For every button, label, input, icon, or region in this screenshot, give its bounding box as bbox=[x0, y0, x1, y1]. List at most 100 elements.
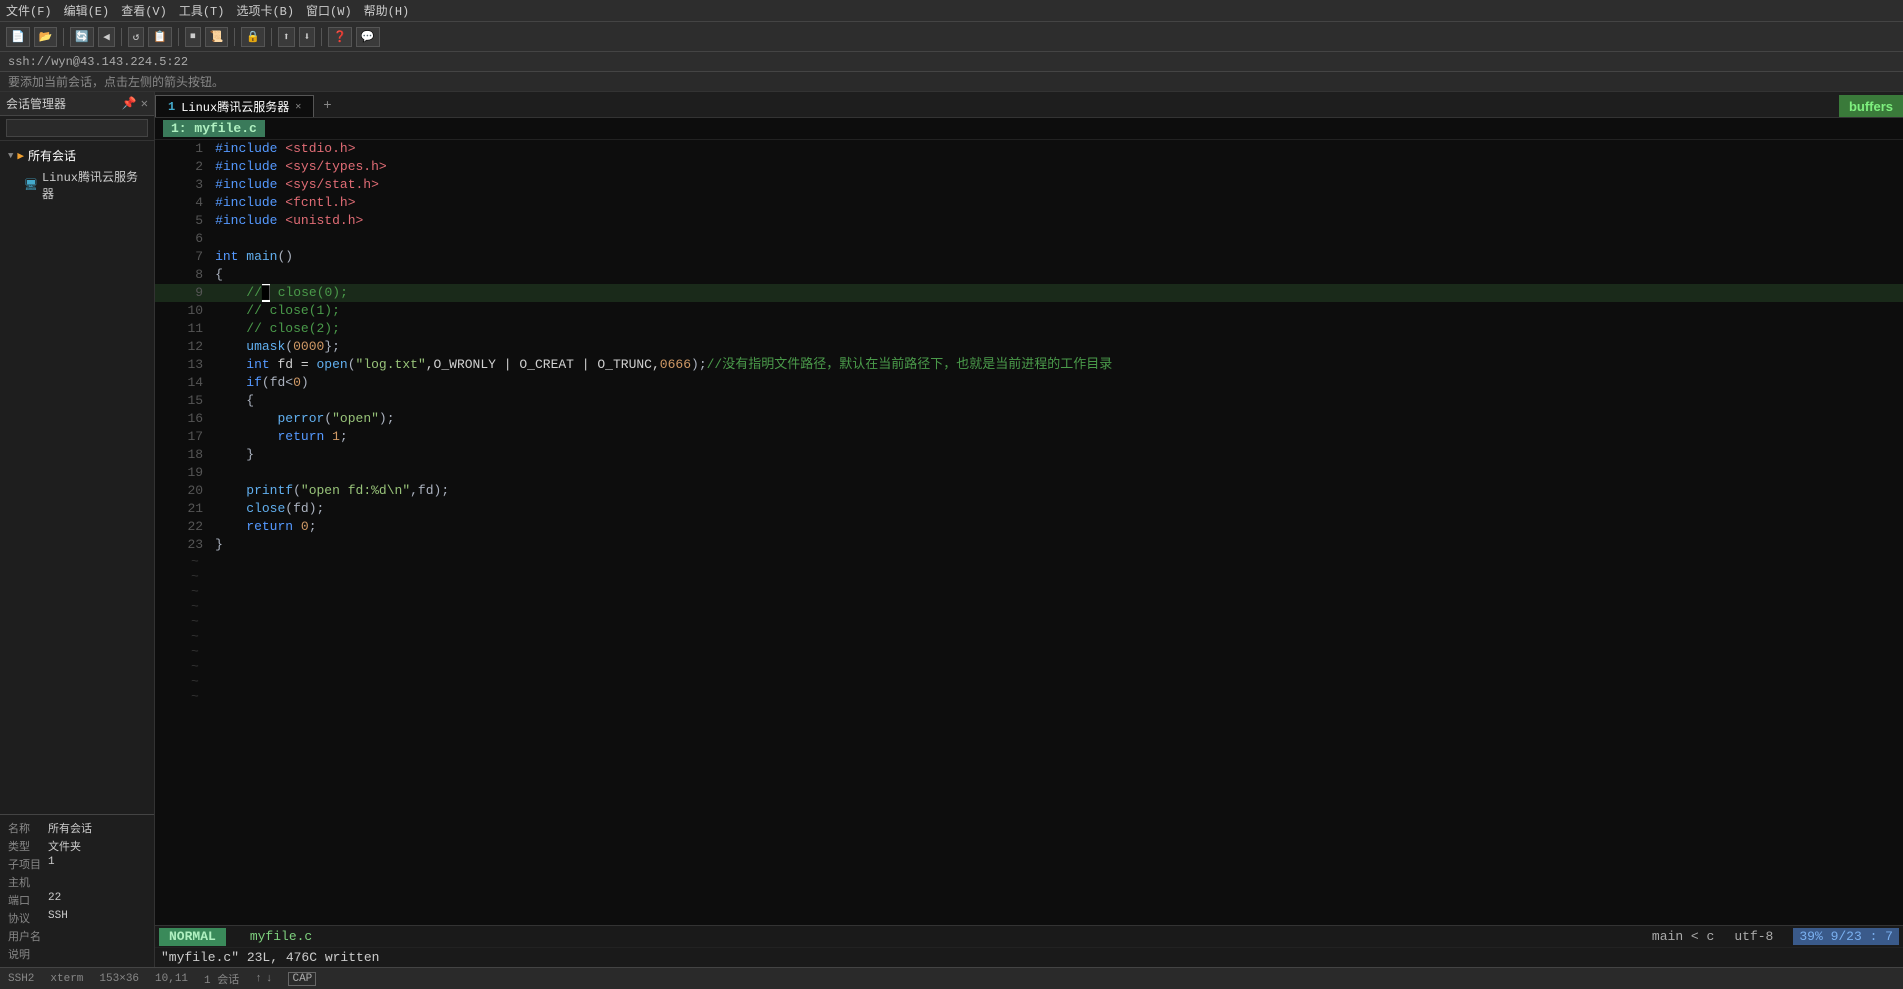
toolbar-lock-btn[interactable]: 🔒 bbox=[241, 27, 265, 47]
token bbox=[293, 519, 301, 534]
bottom-down-arrow[interactable]: ↓ bbox=[266, 973, 273, 985]
token: { bbox=[215, 267, 223, 282]
line-number: 23 bbox=[155, 536, 211, 554]
sidebar-tree: ▼ ▶ 所有会话 🖥 Linux腾讯云服务器 bbox=[0, 141, 154, 814]
buffers-button[interactable]: buffers bbox=[1839, 95, 1903, 117]
token: #include bbox=[215, 195, 277, 210]
line-number: 2 bbox=[155, 158, 211, 176]
line-content: return 0; bbox=[211, 518, 1903, 536]
status-percent: 39% bbox=[1799, 929, 1822, 944]
sidebar-icon-group: 📌 ✕ bbox=[122, 96, 148, 111]
tab-bar: 1 Linux腾讯云服务器 ✕ + buffers bbox=[155, 92, 1903, 118]
token: ( bbox=[324, 411, 332, 426]
token: <fcntl.h> bbox=[285, 195, 355, 210]
token: ( bbox=[348, 357, 356, 372]
line-number: 3 bbox=[155, 176, 211, 194]
prop-label-desc: 说明 bbox=[8, 946, 48, 962]
tilde-line: ~ bbox=[155, 644, 1903, 659]
menu-tools[interactable]: 工具(T) bbox=[179, 2, 225, 19]
ssh-address: ssh://wyn@43.143.224.5:22 bbox=[8, 55, 188, 69]
menu-window[interactable]: 窗口(W) bbox=[306, 2, 352, 19]
code-line-19: 19 bbox=[155, 464, 1903, 482]
token bbox=[215, 357, 246, 372]
toolbar-help-btn[interactable]: ❓ bbox=[328, 27, 352, 47]
prop-label-name: 名称 bbox=[8, 820, 48, 836]
token: main bbox=[246, 249, 277, 264]
token: { bbox=[215, 393, 254, 408]
menu-file[interactable]: 文件(F) bbox=[6, 2, 52, 19]
line-number: 20 bbox=[155, 482, 211, 500]
toolbar-reload-btn[interactable]: 🔄 bbox=[70, 27, 94, 47]
toolbar-sep6 bbox=[321, 28, 322, 46]
line-content: // close(2); bbox=[211, 320, 1903, 338]
line-content: printf("open fd:%d\n",fd); bbox=[211, 482, 1903, 500]
comment-rest: close(0); bbox=[270, 285, 348, 300]
menu-help[interactable]: 帮助(H) bbox=[364, 2, 410, 19]
tilde-line: ~ bbox=[155, 554, 1903, 569]
bottom-xterm: xterm bbox=[50, 973, 83, 985]
code-line-11: 11 // close(2); bbox=[155, 320, 1903, 338]
line-number: 19 bbox=[155, 464, 211, 482]
token: () bbox=[278, 249, 294, 264]
prop-label-subitem: 子项目 bbox=[8, 856, 48, 872]
line-number: 22 bbox=[155, 518, 211, 536]
token: int bbox=[215, 249, 238, 264]
token: perror bbox=[277, 411, 324, 426]
toolbar-chat-btn[interactable]: 💬 bbox=[356, 27, 380, 47]
sidebar-pin-icon[interactable]: 📌 bbox=[122, 96, 137, 111]
bottom-bar: SSH2 xterm 153×36 10,11 1 会话 ↑ ↓ CAP bbox=[0, 967, 1903, 989]
line-content: return 1; bbox=[211, 428, 1903, 446]
token: umask bbox=[246, 339, 285, 354]
toolbar-config-btn[interactable]: 📋 bbox=[148, 27, 172, 47]
toolbar-script-btn[interactable]: 📜 bbox=[205, 27, 229, 47]
code-line-16: 16 perror("open"); bbox=[155, 410, 1903, 428]
line-content: #include <fcntl.h> bbox=[211, 194, 1903, 212]
line-number: 14 bbox=[155, 374, 211, 392]
token: if bbox=[246, 375, 262, 390]
token bbox=[324, 429, 332, 444]
tab-add-button[interactable]: + bbox=[315, 95, 339, 117]
toolbar-upload-btn[interactable]: ⬆ bbox=[278, 27, 295, 47]
token: // close(1); bbox=[246, 303, 340, 318]
status-bar: NORMAL myfile.c main < c utf-8 39% 9/23 … bbox=[155, 925, 1903, 947]
tab-linux-server[interactable]: 1 Linux腾讯云服务器 ✕ bbox=[155, 95, 314, 117]
line-content: } bbox=[211, 446, 1903, 464]
prop-label-host: 主机 bbox=[8, 874, 48, 890]
prop-row-host: 主机 bbox=[0, 873, 154, 891]
toolbar-sep1 bbox=[63, 28, 64, 46]
code-editor[interactable]: 1#include <stdio.h>2#include <sys/types.… bbox=[155, 140, 1903, 925]
menu-edit[interactable]: 编辑(E) bbox=[64, 2, 110, 19]
toolbar-sep5 bbox=[271, 28, 272, 46]
sidebar-item-all-sessions[interactable]: ▼ ▶ 所有会话 bbox=[0, 145, 154, 166]
token: //没有指明文件路径，默认在当前路径下，也就是当前进程的工作目录 bbox=[707, 357, 1113, 372]
toolbar-open-btn[interactable]: 📂 bbox=[34, 27, 58, 47]
toolbar-refresh-btn[interactable]: ↺ bbox=[128, 27, 145, 47]
toolbar-stop-btn[interactable]: ⏹ bbox=[185, 27, 201, 47]
sidebar-close-icon[interactable]: ✕ bbox=[141, 96, 148, 111]
status-pos-num: 9/23 : 7 bbox=[1831, 929, 1893, 944]
sidebar-search-input[interactable] bbox=[6, 119, 148, 137]
token: }; bbox=[324, 339, 340, 354]
tab-close-icon[interactable]: ✕ bbox=[295, 101, 301, 113]
token: ); bbox=[691, 357, 707, 372]
menu-tabs[interactable]: 选项卡(B) bbox=[236, 2, 294, 19]
sidebar-item-server[interactable]: 🖥 Linux腾讯云服务器 bbox=[0, 166, 154, 204]
tilde-line: ~ bbox=[155, 599, 1903, 614]
code-line-8: 8{ bbox=[155, 266, 1903, 284]
toolbar-back-btn[interactable]: ◀ bbox=[98, 27, 115, 47]
toolbar-new-btn[interactable]: 📄 bbox=[6, 27, 30, 47]
prop-row-desc: 说明 bbox=[0, 945, 154, 963]
bottom-pos: 10,11 bbox=[155, 973, 188, 985]
toolbar-download-btn[interactable]: ⬇ bbox=[299, 27, 316, 47]
token: return bbox=[277, 429, 324, 444]
tilde-line: ~ bbox=[155, 689, 1903, 704]
sidebar-title: 会话管理器 bbox=[6, 95, 66, 112]
token: printf bbox=[246, 483, 293, 498]
bottom-up-arrow[interactable]: ↑ bbox=[255, 973, 262, 985]
bottom-ssh-label: SSH2 bbox=[8, 973, 34, 985]
prop-row-subitem: 子项目 1 bbox=[0, 855, 154, 873]
code-line-23: 23} bbox=[155, 536, 1903, 554]
menu-view[interactable]: 查看(V) bbox=[121, 2, 167, 19]
token bbox=[215, 321, 246, 336]
token: "open" bbox=[332, 411, 379, 426]
